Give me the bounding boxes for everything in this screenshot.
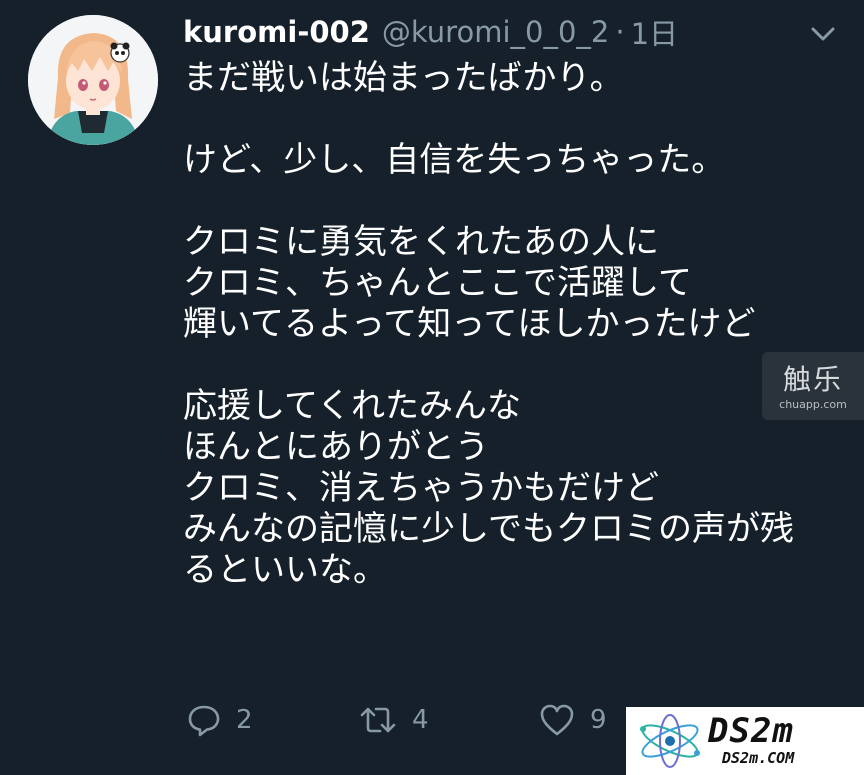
display-name[interactable]: kuromi-002 <box>183 15 370 49</box>
like-button[interactable]: 9 <box>538 700 607 740</box>
reply-count: 2 <box>236 705 253 735</box>
retweet-count: 4 <box>412 705 429 735</box>
ds2m-watermark: DS2m DS2m.COM <box>626 707 864 775</box>
tweet-line: るといいな。 <box>183 550 387 590</box>
heart-icon <box>538 702 576 738</box>
reply-icon <box>186 702 222 738</box>
tweet-line: ほんとにありがとう <box>183 427 489 467</box>
chuapp-watermark-url: chuapp.com <box>779 398 847 411</box>
tweet-text: まだ戦いは始まったばかり。 けど、少し、自信を失っちゃった。 クロミに勇気をくれ… <box>183 58 843 591</box>
tweet-line: みんなの記憶に少しでもクロミの声が残 <box>183 509 794 549</box>
chuapp-watermark: 触乐 chuapp.com <box>762 352 864 420</box>
tweet-line: クロミに勇気をくれたあの人に <box>183 222 659 262</box>
tweet-timestamp[interactable]: 1日 <box>631 11 678 53</box>
tweet-line: まだ戦いは始まったばかり。 <box>183 58 624 98</box>
atom-logo-icon <box>640 714 700 768</box>
chuapp-watermark-logo: 触乐 <box>782 363 843 396</box>
ds2m-url: DS2m.COM <box>722 749 795 767</box>
tweet-header: kuromi-002 @kuromi_0_0_2 · 1日 <box>183 12 783 52</box>
tweet-line: 輝いてるよって知ってほしかったけど <box>183 304 756 344</box>
user-handle[interactable]: @kuromi_0_0_2 <box>382 15 609 49</box>
retweet-button[interactable]: 4 <box>358 700 429 740</box>
like-count: 9 <box>590 705 607 735</box>
tweet-line: クロミ、消えちゃうかもだけど <box>183 468 659 508</box>
header-separator: · <box>615 15 625 49</box>
tweet-actions: 2 4 9 <box>186 700 636 740</box>
tweet-line: けど、少し、自信を失っちゃった。 <box>183 140 726 180</box>
reply-button[interactable]: 2 <box>186 700 253 740</box>
ds2m-brand: DS2m <box>708 711 794 751</box>
chevron-down-icon[interactable] <box>808 20 838 48</box>
avatar-illustration <box>28 15 158 145</box>
tweet-line: 応援してくれたみんな <box>183 386 521 426</box>
avatar[interactable] <box>28 15 158 145</box>
retweet-icon <box>358 702 398 738</box>
tweet-line: クロミ、ちゃんとここで活躍して <box>183 263 692 303</box>
